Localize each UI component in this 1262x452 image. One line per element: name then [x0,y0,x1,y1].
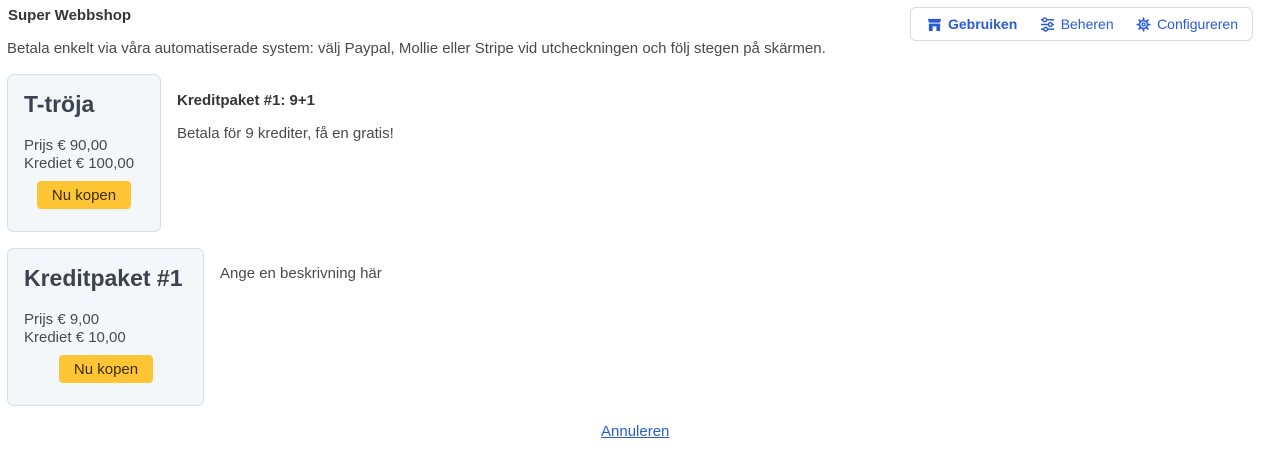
tab-configureren[interactable]: Configureren [1136,16,1238,32]
tab-configureren-label: Configureren [1157,16,1238,32]
tab-beheren-label: Beheren [1060,16,1114,32]
product-title: Kreditpaket #1 [24,265,183,291]
tab-beheren[interactable]: Beheren [1040,16,1114,32]
product-description: Ange en beskrivning här [220,265,382,282]
tab-gebruiken[interactable]: Gebruiken [927,16,1017,32]
cancel-link[interactable]: Annuleren [601,423,669,440]
product-description: Betala för 9 krediter, få en gratis! [177,125,394,142]
mode-toolbar: Gebruiken Beheren Configureren [910,7,1253,41]
buy-now-button[interactable]: Nu kopen [59,355,153,383]
product-price: Prijs € 90,00 [24,137,108,154]
product-price: Prijs € 9,00 [24,311,100,328]
product-card-kreditpaket: Kreditpaket #1 Prijs € 9,00 Krediet € 10… [7,248,204,406]
intro-text: Betala enkelt via våra automatiserade sy… [7,40,826,57]
store-icon [927,18,942,31]
app-title: Super Webbshop [8,7,132,24]
product-card-t-troja: T-tröja Prijs € 90,00 Krediet € 100,00 N… [7,74,161,232]
gear-icon [1136,16,1151,32]
sliders-icon [1040,16,1054,32]
buy-now-button[interactable]: Nu kopen [37,181,131,209]
product-credit: Krediet € 10,00 [24,329,126,346]
product-credit: Krediet € 100,00 [24,155,135,172]
tab-gebruiken-label: Gebruiken [948,16,1018,32]
product-description-title: Kreditpaket #1: 9+1 [177,92,315,109]
product-title: T-tröja [24,91,95,117]
